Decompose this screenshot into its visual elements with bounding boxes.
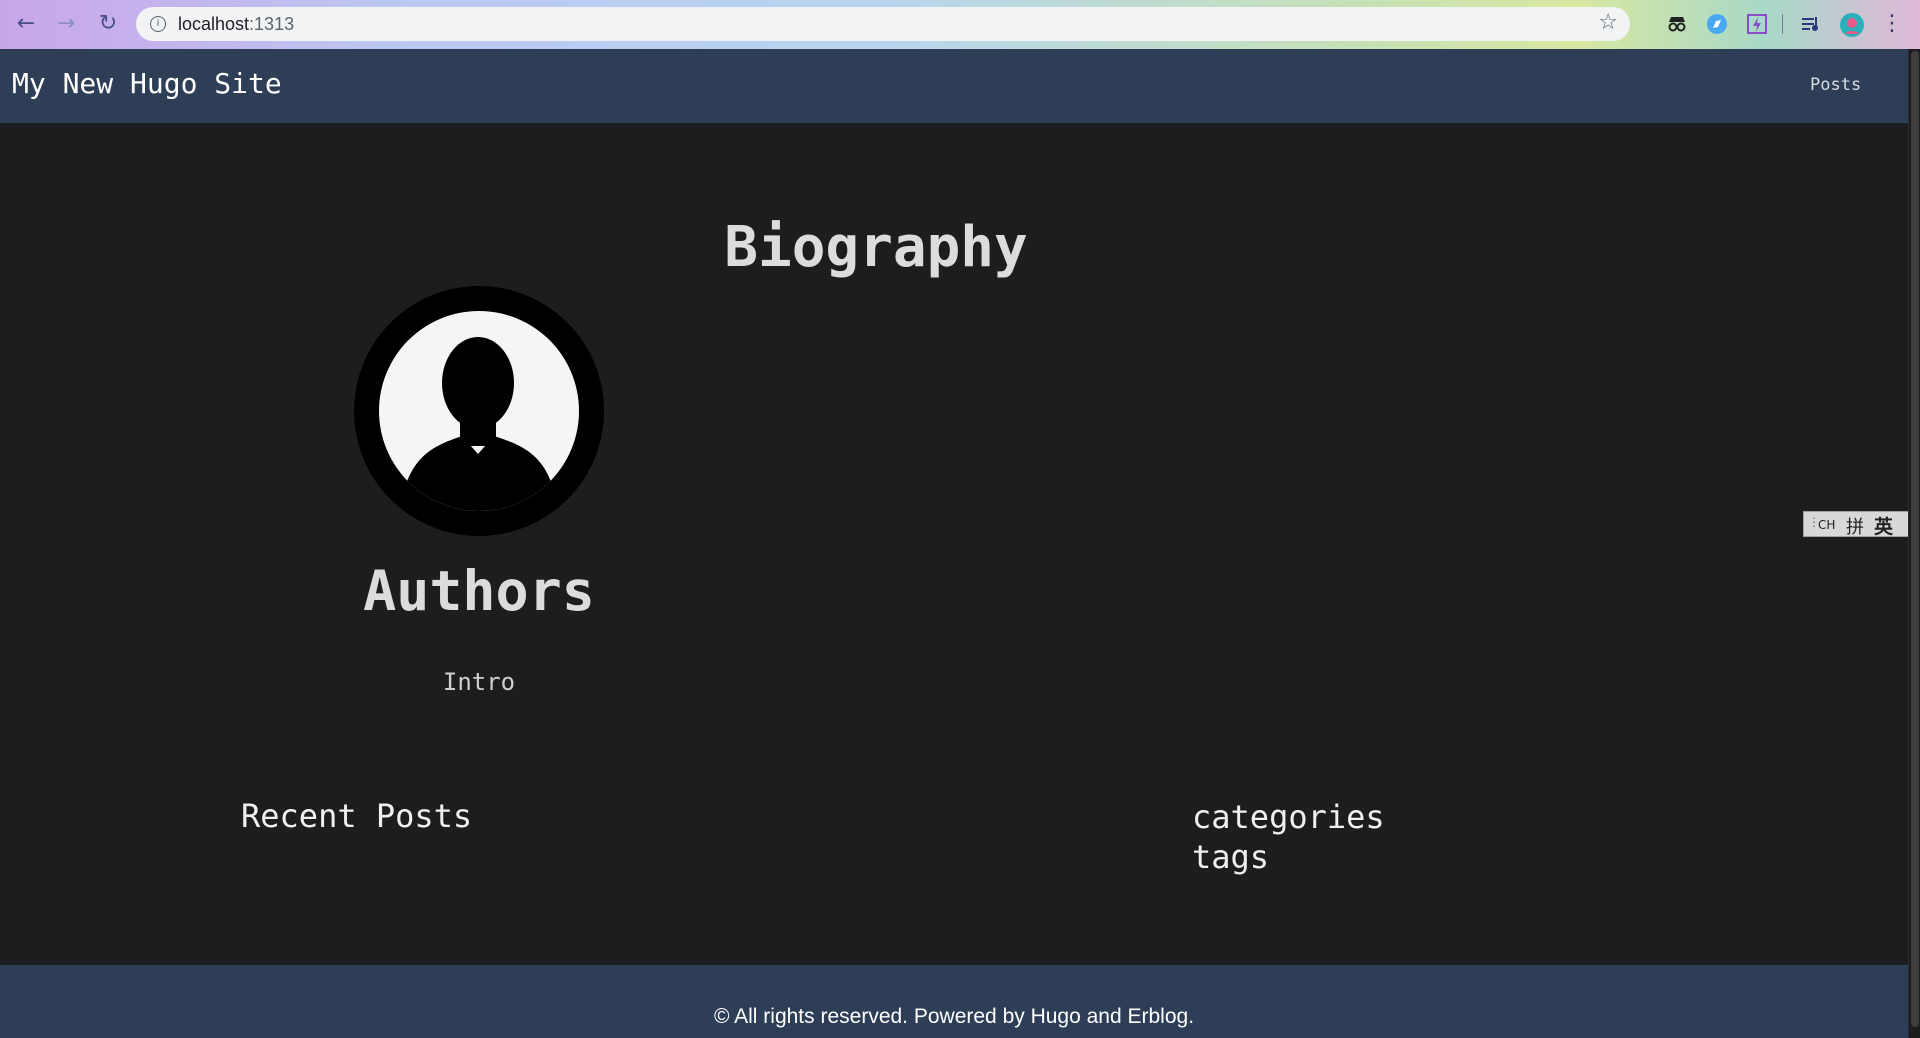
profile-glyph <box>1840 13 1864 37</box>
footer-text: © All rights reserved. Powered by Hugo a… <box>713 1005 1195 1028</box>
page-heading: Biography <box>724 215 1028 280</box>
bolt-glyph <box>1747 14 1767 34</box>
taxonomy-list: categories tags <box>1192 797 1385 877</box>
site-footer: © All rights reserved. Powered by Hugo a… <box>0 965 1908 1038</box>
person-silhouette-icon <box>379 311 579 511</box>
ime-english-label[interactable]: 英 <box>1874 512 1893 539</box>
playlist-icon[interactable] <box>1800 13 1822 35</box>
bolt-icon[interactable] <box>1746 13 1768 35</box>
ime-pinyin-label[interactable]: 拼 <box>1846 513 1864 539</box>
ime-toolbar[interactable]: ⋮ CH 拼 英 ⋮ <box>1803 511 1920 539</box>
main-content: Biography Authors Intro Recent Posts cat… <box>0 123 1908 965</box>
site-header: My New Hugo Site Posts <box>0 49 1908 123</box>
browser-menu-icon[interactable]: ⋮ <box>1880 9 1904 39</box>
page-scrollbar[interactable] <box>1908 49 1920 1038</box>
toolbar-divider <box>1782 14 1783 34</box>
nav-link-posts[interactable]: Posts <box>1810 75 1861 95</box>
back-icon[interactable]: ← <box>10 8 42 40</box>
ime-ch-label[interactable]: CH <box>1818 518 1835 532</box>
author-avatar <box>354 286 604 536</box>
compass-icon[interactable] <box>1706 13 1728 35</box>
playlist-glyph <box>1802 17 1818 31</box>
profile-avatar[interactable] <box>1840 13 1864 37</box>
recent-posts-heading: Recent Posts <box>241 797 473 835</box>
reload-icon[interactable]: ↻ <box>92 8 124 40</box>
site-info-icon[interactable]: i <box>150 16 166 32</box>
author-intro: Intro <box>442 668 516 696</box>
author-name: Authors <box>363 559 595 623</box>
url-text[interactable]: localhost:1313 <box>178 14 294 35</box>
taxonomy-link-categories[interactable]: categories <box>1192 797 1385 837</box>
taxonomy-link-tags[interactable]: tags <box>1192 837 1385 877</box>
browser-toolbar: ← → ↻ i localhost:1313 ☆ ⋮ <box>0 0 1920 49</box>
scrollbar-thumb[interactable] <box>1911 51 1919 1027</box>
site-title[interactable]: My New Hugo Site <box>12 67 282 100</box>
forward-icon[interactable]: → <box>50 8 82 40</box>
address-bar[interactable]: i localhost:1313 ☆ <box>136 7 1630 41</box>
compass-glyph <box>1707 14 1727 34</box>
bookmark-star-icon[interactable]: ☆ <box>1598 10 1618 35</box>
incognito-glyph <box>1668 17 1686 32</box>
incognito-icon[interactable] <box>1666 13 1688 35</box>
